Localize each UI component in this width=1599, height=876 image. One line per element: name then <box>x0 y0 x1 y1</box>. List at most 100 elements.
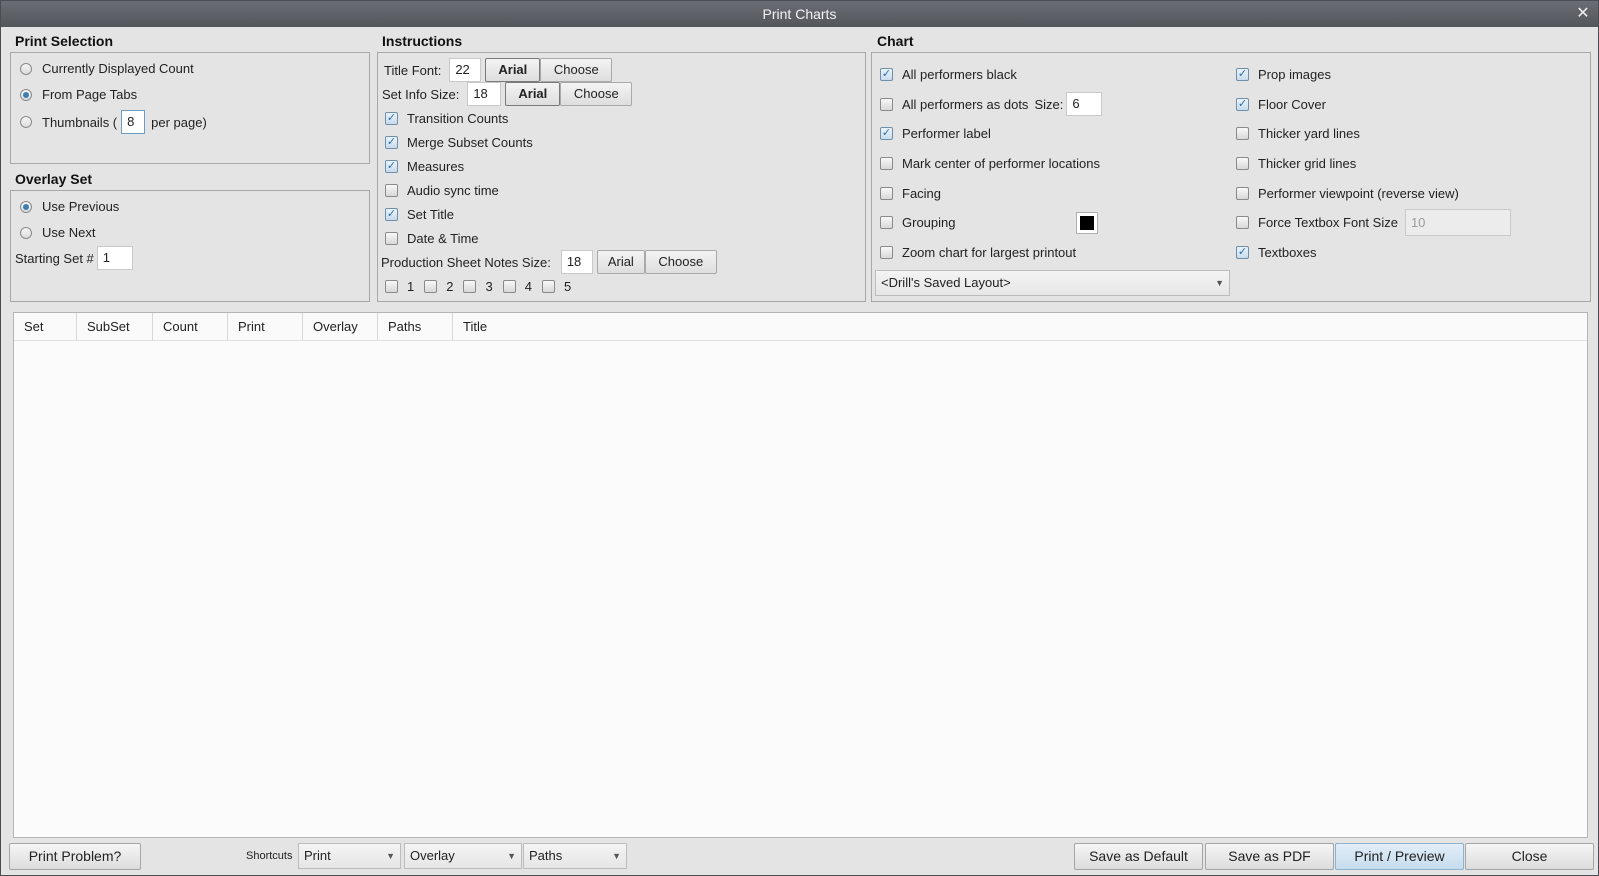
checkbox-thicker-grid-lines[interactable]: Thicker grid lines <box>1236 156 1356 171</box>
checkbox-transition-counts[interactable]: ✓ Transition Counts <box>385 111 508 126</box>
radio-label: Use Next <box>42 225 96 240</box>
checkbox-mark-center[interactable]: Mark center of performer locations <box>880 156 1100 171</box>
close-button[interactable]: Close <box>1465 843 1594 870</box>
radio-button[interactable] <box>20 88 32 101</box>
checkbox[interactable] <box>463 280 477 293</box>
grouping-color-swatch[interactable] <box>1076 212 1098 234</box>
checkbox[interactable]: ✓ <box>385 112 398 125</box>
title-bar: Print Charts ✕ <box>1 1 1598 27</box>
set-info-size-input[interactable]: 18 <box>467 82 502 106</box>
radio-button[interactable] <box>20 62 32 75</box>
radio-button[interactable] <box>20 116 32 128</box>
radio-button[interactable] <box>20 226 32 239</box>
production-notes-choose-button[interactable]: Choose <box>644 250 717 274</box>
checkbox-facing[interactable]: Facing <box>880 186 941 201</box>
checkbox[interactable] <box>880 157 893 170</box>
shortcut-select-overlay[interactable]: Overlay ▼ <box>404 843 522 869</box>
column-header-paths[interactable]: Paths <box>378 313 453 341</box>
checkbox[interactable] <box>541 280 555 293</box>
column-header-subset[interactable]: SubSet <box>77 313 153 341</box>
page-checkbox-4[interactable]: 4 <box>502 279 532 294</box>
starting-set-input[interactable]: 1 <box>96 246 133 270</box>
textbox-font-size-input[interactable]: 10 <box>1404 209 1511 236</box>
column-header-title[interactable]: Title <box>453 313 1587 341</box>
column-header-set[interactable]: Set <box>14 313 77 341</box>
checkbox[interactable] <box>1236 127 1249 140</box>
checkbox[interactable] <box>502 280 516 293</box>
checkbox[interactable] <box>424 280 438 293</box>
checkbox-all-performers-black[interactable]: ✓ All performers black <box>880 67 1017 82</box>
shortcut-select-paths[interactable]: Paths ▼ <box>523 843 627 869</box>
checkbox-textboxes[interactable]: ✓ Textboxes <box>1236 245 1317 260</box>
checkbox-date-time[interactable]: Date & Time <box>385 231 479 246</box>
checkbox[interactable] <box>1236 157 1249 170</box>
radio-button[interactable] <box>20 200 32 213</box>
dots-size-input[interactable]: 6 <box>1066 92 1103 116</box>
chevron-down-icon: ▼ <box>386 851 395 861</box>
checkbox[interactable]: ✓ <box>880 68 893 81</box>
checkbox-prop-images[interactable]: ✓ Prop images <box>1236 67 1331 82</box>
checkbox[interactable] <box>385 232 398 245</box>
radio-label: Currently Displayed Count <box>42 61 194 76</box>
checkbox-label: Textboxes <box>1258 245 1317 260</box>
checkbox-performer-label[interactable]: ✓ Performer label <box>880 126 991 141</box>
checkbox-merge-subset-counts[interactable]: ✓ Merge Subset Counts <box>385 135 533 150</box>
title-font-size-input[interactable]: 22 <box>449 58 482 82</box>
checkbox-performer-viewpoint[interactable]: Performer viewpoint (reverse view) <box>1236 186 1459 201</box>
checkbox-force-textbox-font[interactable]: Force Textbox Font Size 10 <box>1236 209 1511 236</box>
checkbox[interactable]: ✓ <box>1236 98 1249 111</box>
sets-table[interactable]: Set SubSet Count Print Overlay Paths Tit… <box>13 312 1588 838</box>
page-checkbox-3[interactable]: 3 <box>463 279 493 294</box>
column-header-print[interactable]: Print <box>228 313 303 341</box>
checkbox[interactable]: ✓ <box>385 160 398 173</box>
checkbox[interactable] <box>1236 187 1249 200</box>
checkbox[interactable] <box>385 280 398 293</box>
thumbnails-per-page-input[interactable]: 8 <box>121 110 146 134</box>
checkbox[interactable] <box>880 216 893 229</box>
checkbox-label: Transition Counts <box>407 111 509 126</box>
title-font-name: Arial <box>485 58 541 82</box>
radio-currently-displayed[interactable]: Currently Displayed Count <box>20 61 194 76</box>
checkbox[interactable] <box>880 246 893 259</box>
checkbox[interactable]: ✓ <box>385 136 398 149</box>
checkbox[interactable] <box>880 187 893 200</box>
checkbox-set-title[interactable]: ✓ Set Title <box>385 207 454 222</box>
checkbox-all-performers-dots[interactable]: All performers as dots Size: 6 <box>880 92 1103 116</box>
checkbox-label: 1 <box>407 279 415 294</box>
checkbox-label: 2 <box>446 279 454 294</box>
column-header-count[interactable]: Count <box>153 313 228 341</box>
shortcut-select-print[interactable]: Print ▼ <box>298 843 401 869</box>
checkbox-floor-cover[interactable]: ✓ Floor Cover <box>1236 97 1326 112</box>
column-header-overlay[interactable]: Overlay <box>303 313 378 341</box>
checkbox[interactable]: ✓ <box>385 208 398 221</box>
print-preview-button[interactable]: Print / Preview <box>1335 843 1464 870</box>
checkbox[interactable]: ✓ <box>1236 68 1249 81</box>
page-checkbox-2[interactable]: 2 <box>424 279 453 294</box>
checkbox[interactable]: ✓ <box>880 127 893 140</box>
production-notes-size-input[interactable]: 18 <box>560 250 593 274</box>
layout-select[interactable]: <Drill's Saved Layout> ▼ <box>875 270 1230 296</box>
print-charts-dialog: Print Charts ✕ Print Selection Currently… <box>0 0 1599 876</box>
checkbox[interactable]: ✓ <box>1236 246 1249 259</box>
checkbox[interactable] <box>385 184 398 197</box>
radio-use-previous[interactable]: Use Previous <box>20 199 119 214</box>
checkbox-grouping[interactable]: Grouping <box>880 215 955 230</box>
set-info-choose-button[interactable]: Choose <box>560 82 633 106</box>
checkbox-measures[interactable]: ✓ Measures <box>385 159 464 174</box>
save-as-default-button[interactable]: Save as Default <box>1074 843 1203 870</box>
close-icon[interactable]: ✕ <box>1574 1 1592 27</box>
checkbox[interactable] <box>1236 216 1249 229</box>
checkbox-thicker-yard-lines[interactable]: Thicker yard lines <box>1236 126 1360 141</box>
checkbox-audio-sync-time[interactable]: Audio sync time <box>385 183 499 198</box>
save-as-pdf-button[interactable]: Save as PDF <box>1205 843 1334 870</box>
radio-use-next[interactable]: Use Next <box>20 225 95 240</box>
page-checkbox-5[interactable]: 5 <box>541 279 571 294</box>
print-problem-button[interactable]: Print Problem? <box>9 843 141 870</box>
page-checkbox-1[interactable]: 1 <box>385 279 414 294</box>
radio-thumbnails[interactable]: Thumbnails ( 8 per page) <box>20 110 207 134</box>
checkbox-zoom-chart[interactable]: Zoom chart for largest printout <box>880 245 1076 260</box>
title-font-choose-button[interactable]: Choose <box>540 58 613 82</box>
checkbox[interactable] <box>880 97 893 111</box>
checkbox-label: Thicker yard lines <box>1258 126 1360 141</box>
radio-from-page-tabs[interactable]: From Page Tabs <box>20 87 137 102</box>
